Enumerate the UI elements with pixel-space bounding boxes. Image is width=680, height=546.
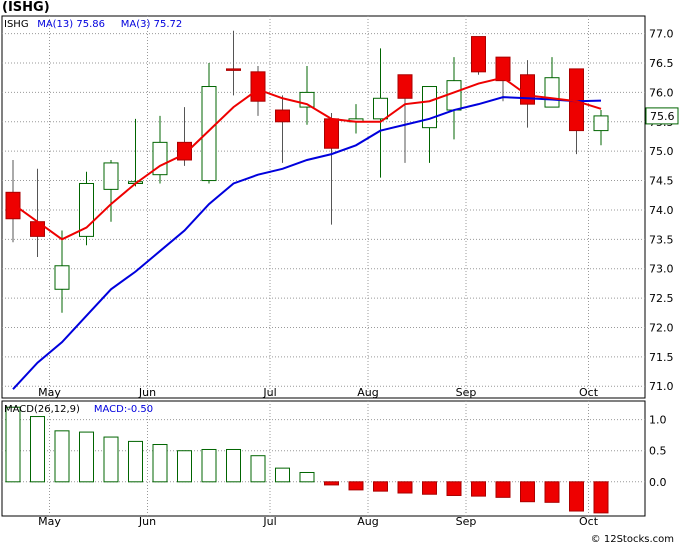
candle-body bbox=[5, 191, 21, 220]
price-tick-label: 72.0 bbox=[649, 321, 674, 334]
ma13-line bbox=[12, 96, 602, 390]
macd-bar bbox=[397, 481, 413, 494]
macd-bar bbox=[446, 481, 462, 496]
candle-body bbox=[373, 97, 388, 120]
macd-bar bbox=[5, 406, 21, 483]
macd-bar bbox=[54, 430, 70, 483]
price-panel-frame bbox=[1, 15, 646, 399]
stock-chart: 71.071.572.072.573.073.574.074.575.075.5… bbox=[1, 15, 679, 528]
macd-bar bbox=[226, 448, 241, 483]
macd-bar bbox=[324, 481, 339, 486]
price-x-tick-label: Jun bbox=[138, 386, 156, 399]
price-x-tick-label: May bbox=[38, 386, 61, 399]
price-legend-item: ISHG bbox=[4, 19, 29, 30]
macd-legend-item: MACD:-0.50 bbox=[94, 404, 153, 415]
price-tick-label: 71.5 bbox=[649, 351, 674, 364]
price-tick-label: 76.0 bbox=[649, 86, 674, 99]
macd-bar bbox=[275, 467, 290, 483]
candle-body bbox=[471, 36, 486, 73]
candle-body bbox=[446, 80, 462, 111]
macd-bar bbox=[30, 416, 45, 483]
candle-body bbox=[324, 118, 339, 149]
price-tick-label: 71.0 bbox=[649, 380, 674, 393]
price-x-tick-label: Sep bbox=[456, 386, 477, 399]
price-x-tick-label: Jul bbox=[262, 386, 276, 399]
macd-x-tick-label: May bbox=[38, 515, 61, 528]
macd-bar bbox=[569, 481, 584, 512]
macd-x-tick-label: Jun bbox=[138, 515, 156, 528]
price-x-tick-label: Oct bbox=[579, 386, 599, 399]
candle-body bbox=[103, 162, 119, 190]
last-price-label: 75.6 bbox=[650, 110, 675, 123]
candle-body bbox=[544, 77, 560, 108]
macd-bar bbox=[79, 431, 94, 483]
candle-body bbox=[226, 68, 241, 71]
macd-bar bbox=[495, 481, 511, 498]
price-tick-label: 73.0 bbox=[649, 263, 674, 276]
macd-x-tick-label: Sep bbox=[456, 515, 477, 528]
price-legend-item: MA(13) 75.86 bbox=[37, 19, 105, 30]
price-tick-label: 76.5 bbox=[649, 57, 674, 70]
macd-bar bbox=[544, 481, 560, 503]
candle-body bbox=[275, 109, 290, 123]
macd-bar bbox=[128, 440, 143, 483]
macd-bar bbox=[201, 448, 217, 483]
macd-bar bbox=[152, 444, 168, 483]
price-legend-item: MA(3) 75.72 bbox=[121, 19, 182, 30]
macd-bar bbox=[471, 481, 486, 497]
candle-body bbox=[422, 86, 437, 129]
candle-body bbox=[250, 71, 266, 102]
macd-bar bbox=[250, 455, 266, 483]
macd-x-tick-label: Jul bbox=[262, 515, 276, 528]
price-tick-label: 77.0 bbox=[649, 28, 674, 41]
price-tick-label: 72.5 bbox=[649, 292, 674, 305]
price-x-tick-label: Aug bbox=[357, 386, 378, 399]
macd-bar bbox=[520, 481, 535, 503]
candle-body bbox=[54, 265, 70, 290]
macd-legend-item: MACD(26,12,9) bbox=[4, 404, 80, 415]
macd-bar bbox=[299, 471, 315, 483]
macd-x-tick-label: Oct bbox=[579, 515, 599, 528]
macd-tick-label: 1.0 bbox=[649, 414, 667, 427]
candle-body bbox=[520, 74, 535, 105]
macd-bar bbox=[348, 481, 364, 491]
candle-body bbox=[30, 221, 45, 237]
macd-bar bbox=[593, 481, 609, 514]
price-tick-label: 74.5 bbox=[649, 175, 674, 188]
macd-bar bbox=[103, 436, 119, 483]
candle-body bbox=[201, 86, 217, 182]
macd-bar bbox=[373, 481, 388, 492]
candle-body bbox=[397, 74, 413, 99]
price-tick-label: 75.0 bbox=[649, 145, 674, 158]
price-tick-label: 73.5 bbox=[649, 233, 674, 246]
candle-body bbox=[593, 115, 609, 132]
macd-tick-label: 0.5 bbox=[649, 445, 667, 458]
macd-bar bbox=[422, 481, 437, 495]
watermark: © 12Stocks.com bbox=[590, 534, 674, 545]
macd-bar bbox=[177, 450, 192, 483]
price-tick-label: 74.0 bbox=[649, 204, 674, 217]
macd-x-tick-label: Aug bbox=[357, 515, 378, 528]
macd-tick-label: 0.0 bbox=[649, 476, 667, 489]
